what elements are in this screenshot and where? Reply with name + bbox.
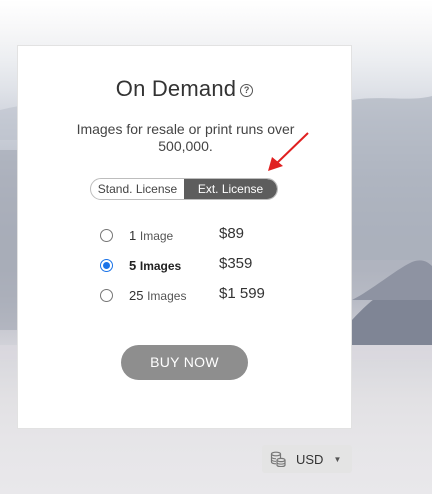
package-count: 5 [129, 258, 137, 273]
package-option-1[interactable]: 1 Image $89 [100, 224, 300, 254]
currency-selector[interactable]: USD ▼ [262, 445, 352, 473]
currency-code: USD [296, 451, 324, 467]
package-option-5[interactable]: 5 Images $359 [100, 254, 300, 284]
package-price: $359 [219, 255, 253, 272]
package-count: 25 [129, 288, 144, 303]
package-price: $89 [219, 225, 245, 242]
package-radio-selected[interactable] [100, 259, 113, 272]
package-price: $1 599 [219, 285, 265, 302]
coins-icon [270, 451, 286, 467]
caret-down-icon: ▼ [333, 454, 342, 464]
package-unit: Images [147, 289, 187, 303]
pricing-card: On Demand? Images for resale or print ru… [17, 45, 352, 429]
package-option-25[interactable]: 25 Images $1 599 [100, 284, 300, 314]
extended-license-option[interactable]: Ext. License [184, 179, 277, 199]
card-title: On Demand? [18, 76, 351, 102]
package-quantity: 1 Image [129, 228, 173, 243]
annotation-arrow-icon [268, 132, 309, 171]
package-count: 1 [129, 228, 137, 243]
package-unit: Images [139, 259, 182, 273]
package-quantity: 25 Images [129, 288, 186, 303]
buy-now-button[interactable]: BUY NOW [121, 345, 248, 380]
license-toggle: Stand. License Ext. License [90, 178, 278, 200]
package-options: 1 Image $89 5 Images $359 25 Images $1 5… [100, 224, 300, 314]
package-radio[interactable] [100, 289, 113, 302]
package-quantity: 5 Images [129, 258, 181, 273]
standard-license-option[interactable]: Stand. License [91, 179, 184, 199]
title-text: On Demand [115, 76, 237, 101]
package-radio[interactable] [100, 229, 113, 242]
package-unit: Image [139, 229, 174, 243]
help-icon[interactable]: ? [240, 84, 254, 97]
